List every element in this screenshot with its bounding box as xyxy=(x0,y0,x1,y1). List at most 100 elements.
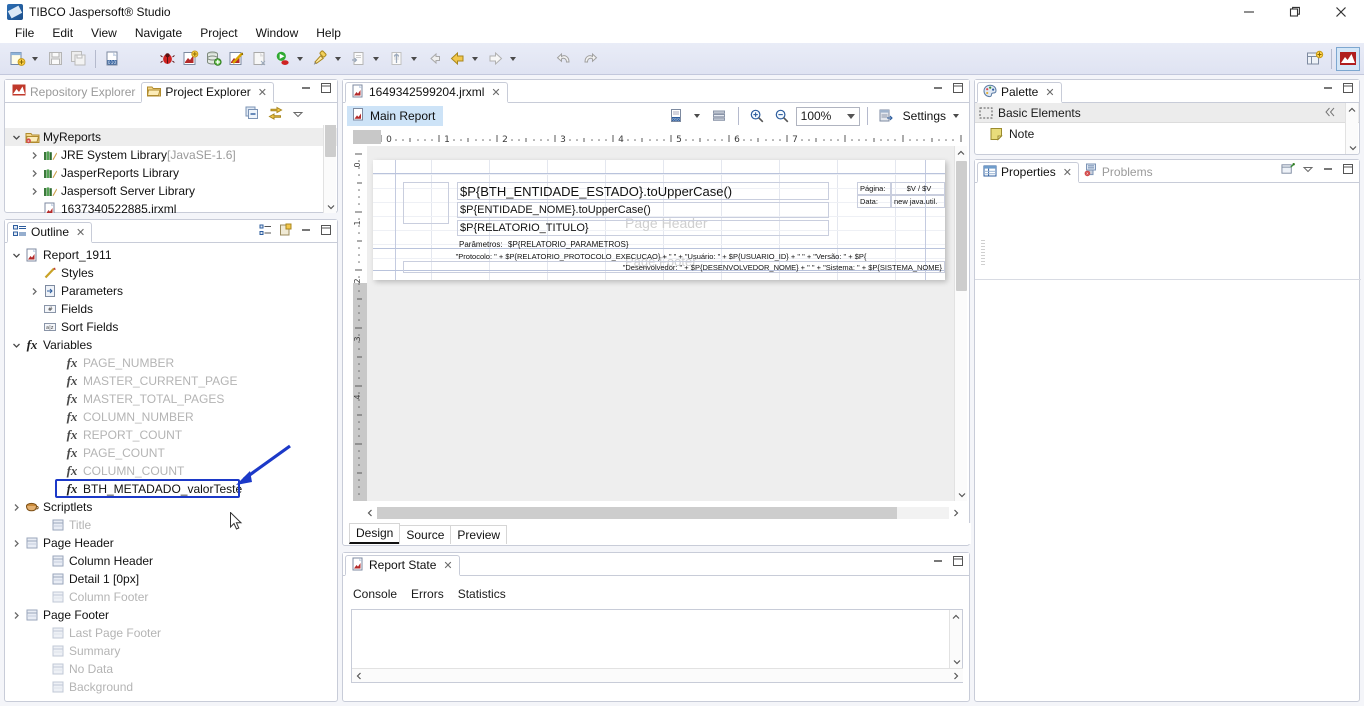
view-menu-icon[interactable] xyxy=(291,107,305,124)
view-menu-icon[interactable] xyxy=(1301,162,1315,176)
redo-icon[interactable] xyxy=(577,48,599,70)
pin-icon[interactable] xyxy=(1281,162,1295,176)
back-dropdown[interactable] xyxy=(469,48,481,70)
close-icon[interactable]: ✕ xyxy=(258,86,267,99)
main-report-tab[interactable]: Main Report xyxy=(347,106,444,126)
outline-item-variables[interactable]: fx Variables xyxy=(5,336,337,354)
outline-item-column-count[interactable]: fx COLUMN_COUNT xyxy=(5,462,337,480)
numeric-010-icon[interactable]: 010 xyxy=(101,48,123,70)
outline-item-sort-fields[interactable]: a|z Sort Fields xyxy=(5,318,337,336)
outline-item-bth-metadado-valorteste[interactable]: fx BTH_METADADO_valorTeste xyxy=(5,480,337,498)
back-arrow-icon[interactable] xyxy=(423,48,445,70)
outline-item-master-total-pages[interactable]: fx MASTER_TOTAL_PAGES xyxy=(5,390,337,408)
properties-resize-grip[interactable] xyxy=(981,240,985,266)
new-blank-icon[interactable] xyxy=(248,48,270,70)
outline-item-title[interactable]: Title xyxy=(5,516,337,534)
import-dropdown[interactable] xyxy=(408,48,420,70)
data-label[interactable]: Data: xyxy=(857,195,891,208)
jaspersoft-perspective-icon[interactable] xyxy=(1336,47,1360,71)
back-gold-arrow-icon[interactable] xyxy=(446,48,468,70)
chevron-right-icon[interactable] xyxy=(27,146,41,164)
menu-edit[interactable]: Edit xyxy=(43,24,82,42)
report-design-canvas[interactable]: Page Header Page Footer $P{BTH_ENTIDADE_… xyxy=(367,146,955,501)
close-icon[interactable]: ✕ xyxy=(76,226,85,239)
scroll-down-icon[interactable] xyxy=(324,200,337,213)
close-button[interactable] xyxy=(1318,0,1364,23)
relatorio-titulo-field[interactable]: $P{RELATORIO_TITULO} xyxy=(457,220,829,236)
brush-dropdown[interactable] xyxy=(332,48,344,70)
outline-item-last-page-footer[interactable]: Last Page Footer xyxy=(5,624,337,642)
logo-placeholder[interactable] xyxy=(403,182,449,224)
tab-preview[interactable]: Preview xyxy=(450,525,508,544)
scroll-down-icon[interactable] xyxy=(950,655,963,668)
outline-item-scriptlets[interactable]: Scriptlets xyxy=(5,498,337,516)
outline-item-page-count[interactable]: fx PAGE_COUNT xyxy=(5,444,337,462)
outline-item-parameters[interactable]: Parameters xyxy=(5,282,337,300)
tab-palette[interactable]: Palette ✕ xyxy=(977,82,1062,103)
outline-item-page-number[interactable]: fx PAGE_NUMBER xyxy=(5,354,337,372)
report-page-sheet[interactable]: Page Header Page Footer $P{BTH_ENTIDADE_… xyxy=(373,160,945,280)
tree-item-jasperreports-library[interactable]: JasperReports Library xyxy=(5,164,337,182)
minimize-icon[interactable] xyxy=(299,223,313,237)
outline-item-column-footer[interactable]: Column Footer xyxy=(5,588,337,606)
palette-scrollbar[interactable] xyxy=(1345,103,1358,154)
minimize-icon[interactable] xyxy=(1321,162,1335,176)
console-horizontal-scrollbar[interactable] xyxy=(352,668,963,682)
scroll-left-icon[interactable] xyxy=(352,669,366,683)
outline-item-column-number[interactable]: fx COLUMN_NUMBER xyxy=(5,408,337,426)
tab-report-state[interactable]: Report State ✕ xyxy=(345,555,460,576)
settings-label[interactable]: Settings xyxy=(903,109,946,123)
maximize-icon[interactable] xyxy=(951,554,965,568)
palette-item-note[interactable]: Note xyxy=(975,123,1359,145)
hscroll-thumb[interactable] xyxy=(377,507,897,519)
hscroll-track[interactable] xyxy=(377,507,949,519)
outline-item-page-footer[interactable]: Page Footer xyxy=(5,606,337,624)
new-datasource-icon[interactable] xyxy=(202,48,224,70)
tab-outline[interactable]: Outline ✕ xyxy=(7,222,93,243)
scroll-up-icon[interactable] xyxy=(955,146,967,159)
console-output-area[interactable] xyxy=(351,609,963,683)
hscroll-track[interactable] xyxy=(366,669,949,682)
zoom-out-icon[interactable] xyxy=(771,105,793,127)
new-jrxml-wizard-icon[interactable] xyxy=(225,48,247,70)
tree-item-jrxml-file[interactable]: 1637340522885.jrxml xyxy=(5,200,337,213)
settings-dropdown-icon[interactable] xyxy=(950,105,962,127)
debug-bug-icon[interactable] xyxy=(156,48,178,70)
link-with-editor-icon[interactable] xyxy=(268,106,283,124)
canvas-vertical-scrollbar[interactable] xyxy=(954,146,967,501)
parametros-label[interactable]: Parâmetros: xyxy=(457,238,505,250)
chevron-down-icon[interactable] xyxy=(9,336,23,354)
menu-navigate[interactable]: Navigate xyxy=(126,24,191,42)
entidade-nome-field[interactable]: $P{ENTIDADE_NOME}.toUpperCase() xyxy=(457,202,829,218)
new-file-icon[interactable] xyxy=(6,48,28,70)
maximize-icon[interactable] xyxy=(951,81,965,95)
outline-item-page-header[interactable]: Page Header xyxy=(5,534,337,552)
collapse-all-icon[interactable] xyxy=(245,106,260,124)
data-value[interactable]: new java.util. xyxy=(891,195,945,208)
sort-tree-icon[interactable] xyxy=(259,223,273,237)
pagina-label[interactable]: Página: xyxy=(857,182,891,195)
tab-source[interactable]: Source xyxy=(399,525,452,544)
close-icon[interactable]: ✕ xyxy=(1045,86,1054,99)
zoom-level-combo[interactable]: 100% xyxy=(795,106,860,126)
chevron-right-icon[interactable] xyxy=(27,182,41,200)
scroll-down-icon[interactable] xyxy=(955,488,968,501)
open-perspective-icon[interactable] xyxy=(1303,47,1327,71)
console-vertical-scrollbar[interactable] xyxy=(949,610,962,668)
tree-item-jaspersoft-server-library[interactable]: Jaspersoft Server Library xyxy=(5,182,337,200)
menu-project[interactable]: Project xyxy=(191,24,246,42)
chevron-right-icon[interactable] xyxy=(27,282,41,300)
scroll-down-icon[interactable] xyxy=(1346,141,1359,154)
export-icon[interactable] xyxy=(347,48,369,70)
scroll-up-icon[interactable] xyxy=(1346,103,1358,116)
brush-icon[interactable] xyxy=(309,48,331,70)
menu-view[interactable]: View xyxy=(82,24,126,42)
maximize-icon[interactable] xyxy=(319,81,333,95)
relatorio-parametros-field[interactable]: $P{RELATORIO_PARAMETROS} xyxy=(506,238,806,250)
chevron-right-icon[interactable] xyxy=(27,164,41,182)
scroll-right-icon[interactable] xyxy=(949,669,963,683)
zoom-in-icon[interactable] xyxy=(746,105,768,127)
outline-item-fields[interactable]: # Fields xyxy=(5,300,337,318)
outline-item-detail-1[interactable]: Detail 1 [0px] xyxy=(5,570,337,588)
close-icon[interactable]: ✕ xyxy=(491,86,500,99)
